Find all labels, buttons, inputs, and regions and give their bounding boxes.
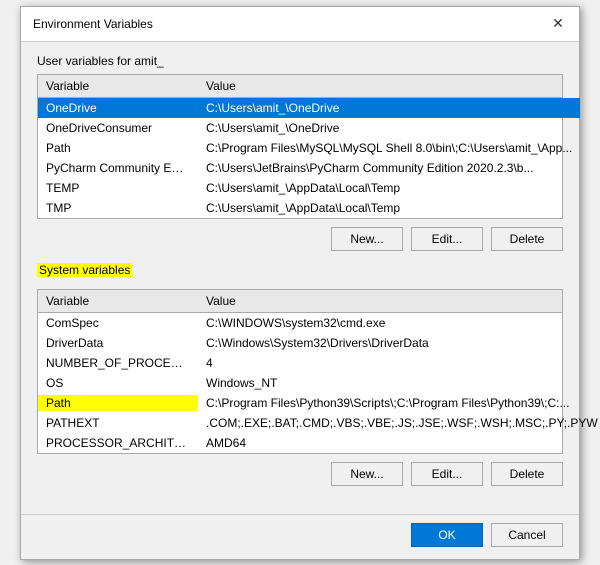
- system-section-label-wrapper: System variables: [37, 263, 563, 283]
- table-cell-variable: DriverData: [38, 335, 198, 351]
- table-cell-variable: Path: [38, 140, 198, 156]
- table-cell-value: C:\Program Files\Python39\Scripts\;C:\Pr…: [198, 395, 600, 411]
- user-header-variable: Variable: [38, 78, 198, 94]
- table-cell-variable: TEMP: [38, 180, 198, 196]
- table-cell-variable: OneDrive: [38, 100, 198, 116]
- system-buttons-row: New... Edit... Delete: [37, 462, 563, 486]
- close-button[interactable]: ✕: [549, 15, 567, 33]
- table-row[interactable]: OS Windows_NT: [38, 373, 600, 393]
- user-table-scroll-area: OneDrive C:\Users\amit_\OneDrive OneDriv…: [38, 98, 562, 218]
- system-table-header: Variable Value: [38, 290, 562, 313]
- table-row[interactable]: OneDriveConsumer C:\Users\amit_\OneDrive: [38, 118, 580, 138]
- title-bar: Environment Variables ✕: [21, 7, 579, 42]
- system-variables-table: Variable Value ComSpec C:\WINDOWS\system…: [37, 289, 563, 454]
- table-row[interactable]: ComSpec C:\WINDOWS\system32\cmd.exe: [38, 313, 600, 333]
- table-cell-value: C:\Users\JetBrains\PyCharm Community Edi…: [198, 160, 580, 176]
- system-delete-button[interactable]: Delete: [491, 462, 563, 486]
- user-section-label: User variables for amit_: [37, 54, 563, 68]
- table-row[interactable]: TEMP C:\Users\amit_\AppData\Local\Temp: [38, 178, 580, 198]
- table-cell-variable: NUMBER_OF_PROCESSORS: [38, 355, 198, 371]
- table-row[interactable]: PyCharm Community Edition C:\Users\JetBr…: [38, 158, 580, 178]
- table-cell-variable: Path: [38, 395, 198, 411]
- dialog-footer: OK Cancel: [21, 514, 579, 559]
- table-cell-value: C:\Users\amit_\AppData\Local\Temp: [198, 180, 580, 196]
- user-table-header: Variable Value: [38, 75, 562, 98]
- system-table-body: ComSpec C:\WINDOWS\system32\cmd.exe Driv…: [38, 313, 600, 453]
- dialog-title: Environment Variables: [33, 17, 153, 31]
- table-cell-value: C:\Users\amit_\AppData\Local\Temp: [198, 200, 580, 216]
- table-row[interactable]: TMP C:\Users\amit_\AppData\Local\Temp: [38, 198, 580, 218]
- table-cell-variable: PyCharm Community Edition: [38, 160, 198, 176]
- table-row[interactable]: Path C:\Program Files\MySQL\MySQL Shell …: [38, 138, 580, 158]
- table-cell-value: .COM;.EXE;.BAT;.CMD;.VBS;.VBE;.JS;.JSE;.…: [198, 415, 600, 431]
- table-row[interactable]: PATHEXT .COM;.EXE;.BAT;.CMD;.VBS;.VBE;.J…: [38, 413, 600, 433]
- user-variables-table: Variable Value OneDrive C:\Users\amit_\O…: [37, 74, 563, 219]
- ok-button[interactable]: OK: [411, 523, 483, 547]
- dialog-body: User variables for amit_ Variable Value …: [21, 42, 579, 510]
- table-cell-variable: OneDriveConsumer: [38, 120, 198, 136]
- table-row[interactable]: NUMBER_OF_PROCESSORS 4: [38, 353, 600, 373]
- system-new-button[interactable]: New...: [331, 462, 403, 486]
- table-cell-value: C:\WINDOWS\system32\cmd.exe: [198, 315, 600, 331]
- table-cell-variable: PROCESSOR_ARCHITECTURE: [38, 435, 198, 451]
- user-delete-button[interactable]: Delete: [491, 227, 563, 251]
- system-table-scroll-area: ComSpec C:\WINDOWS\system32\cmd.exe Driv…: [38, 313, 562, 453]
- table-cell-value: C:\Program Files\MySQL\MySQL Shell 8.0\b…: [198, 140, 580, 156]
- cancel-button[interactable]: Cancel: [491, 523, 563, 547]
- user-header-value: Value: [198, 78, 562, 94]
- user-table-body: OneDrive C:\Users\amit_\OneDrive OneDriv…: [38, 98, 580, 218]
- table-row-path-highlighted[interactable]: Path C:\Program Files\Python39\Scripts\;…: [38, 393, 600, 413]
- system-edit-button[interactable]: Edit...: [411, 462, 483, 486]
- table-row[interactable]: OneDrive C:\Users\amit_\OneDrive: [38, 98, 580, 118]
- table-cell-value: C:\Users\amit_\OneDrive: [198, 120, 580, 136]
- system-section-label: System variables: [37, 263, 132, 277]
- table-cell-value: C:\Users\amit_\OneDrive: [198, 100, 580, 116]
- system-header-value: Value: [198, 293, 562, 309]
- user-new-button[interactable]: New...: [331, 227, 403, 251]
- table-cell-value: 4: [198, 355, 600, 371]
- table-cell-variable: OS: [38, 375, 198, 391]
- user-edit-button[interactable]: Edit...: [411, 227, 483, 251]
- table-row[interactable]: DriverData C:\Windows\System32\Drivers\D…: [38, 333, 600, 353]
- table-cell-variable: PATHEXT: [38, 415, 198, 431]
- table-cell-value: Windows_NT: [198, 375, 600, 391]
- table-row[interactable]: PROCESSOR_ARCHITECTURE AMD64: [38, 433, 600, 453]
- table-cell-value: AMD64: [198, 435, 600, 451]
- user-buttons-row: New... Edit... Delete: [37, 227, 563, 251]
- table-cell-variable: TMP: [38, 200, 198, 216]
- table-cell-variable: ComSpec: [38, 315, 198, 331]
- environment-variables-dialog: Environment Variables ✕ User variables f…: [20, 6, 580, 560]
- system-header-variable: Variable: [38, 293, 198, 309]
- table-cell-value: C:\Windows\System32\Drivers\DriverData: [198, 335, 600, 351]
